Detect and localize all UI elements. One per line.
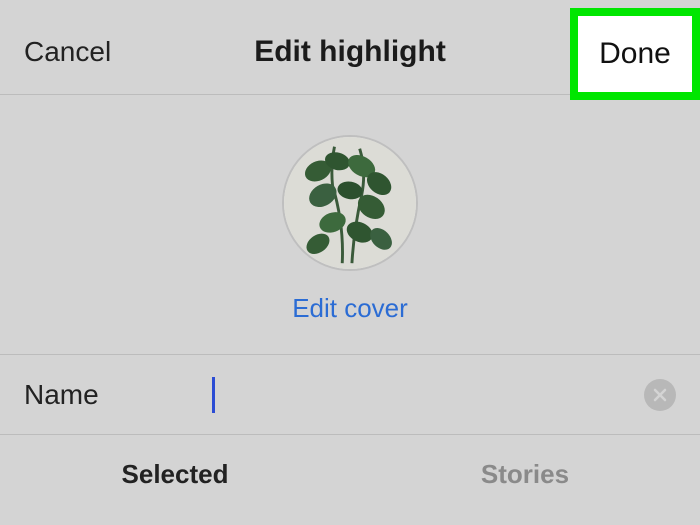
clear-input-button[interactable]: [644, 379, 676, 411]
highlight-cover-image[interactable]: [282, 135, 418, 271]
tabs-bar: Selected Stories: [0, 435, 700, 513]
name-label: Name: [24, 379, 184, 411]
name-input[interactable]: [184, 375, 644, 415]
cover-section: Edit cover: [0, 95, 700, 355]
done-button[interactable]: Done: [599, 37, 671, 71]
close-icon: [653, 388, 667, 402]
name-input-row[interactable]: Name: [0, 355, 700, 435]
text-cursor: [212, 377, 215, 413]
page-title: Edit highlight: [254, 35, 446, 69]
edit-cover-button[interactable]: Edit cover: [292, 293, 408, 324]
tab-stories[interactable]: Stories: [350, 435, 700, 513]
plant-cover-icon: [284, 137, 416, 269]
cancel-button[interactable]: Cancel: [24, 36, 111, 68]
done-button-highlight: Done: [570, 8, 700, 100]
tab-selected[interactable]: Selected: [0, 435, 350, 513]
